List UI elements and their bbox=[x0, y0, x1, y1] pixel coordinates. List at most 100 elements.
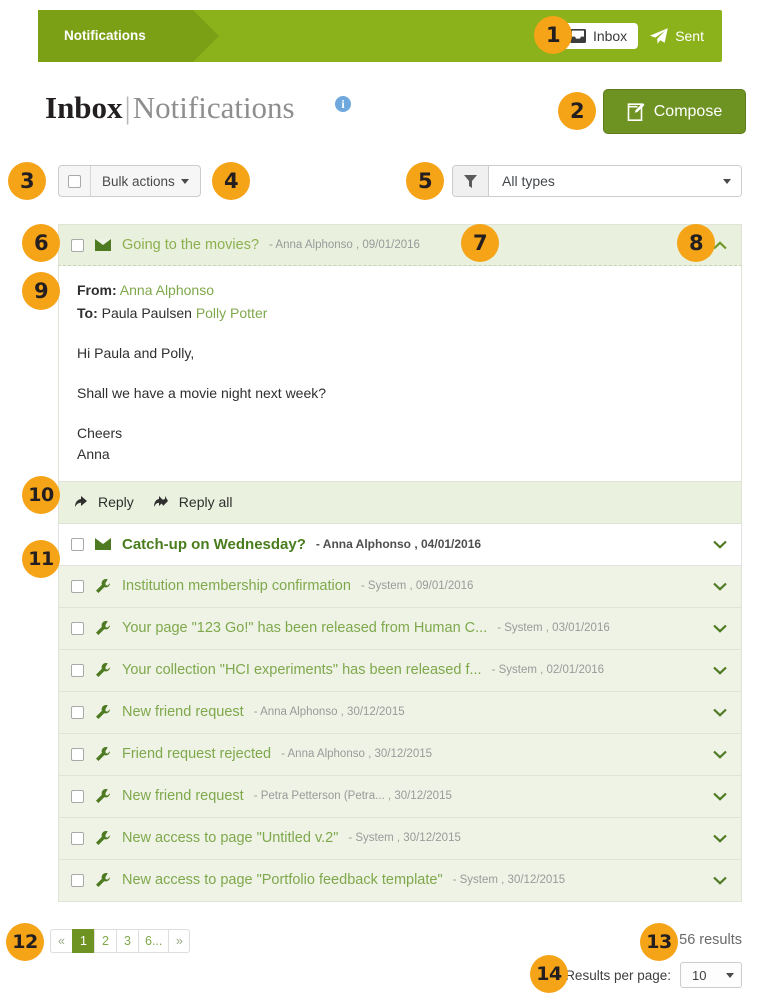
select-all-checkbox-wrap[interactable] bbox=[59, 166, 91, 196]
tab-inbox[interactable]: Inbox bbox=[560, 23, 639, 49]
list-item[interactable]: New friend request - Anna Alphonso , 30/… bbox=[58, 691, 742, 734]
callout-12: 12 bbox=[6, 923, 44, 961]
row-checkbox[interactable] bbox=[71, 873, 84, 887]
reply-label: Reply bbox=[98, 494, 134, 511]
list-item[interactable]: Institution membership confirmation - Sy… bbox=[58, 565, 742, 608]
row-checkbox[interactable] bbox=[71, 238, 84, 252]
envelope-icon bbox=[94, 538, 112, 551]
list-item[interactable]: Your collection "HCI experiments" has be… bbox=[58, 649, 742, 692]
list-item-title: New friend request bbox=[122, 788, 244, 805]
to-recipient-1: Paula Paulsen bbox=[101, 305, 192, 322]
to-recipient-2[interactable]: Polly Potter bbox=[196, 305, 268, 321]
reply-all-button[interactable]: Reply all bbox=[153, 494, 233, 510]
reply-button[interactable]: Reply bbox=[75, 494, 134, 510]
list-item[interactable]: New friend request - Petra Petterson (Pe… bbox=[58, 775, 742, 818]
wrench-icon bbox=[94, 621, 112, 636]
message-to-line: To: Paula Paulsen Polly Potter bbox=[77, 303, 723, 323]
callout-6: 6 bbox=[22, 224, 60, 262]
from-value[interactable]: Anna Alphonso bbox=[120, 282, 214, 298]
list-item-title: Going to the movies? bbox=[122, 237, 260, 253]
callout-1: 1 bbox=[534, 16, 572, 54]
list-item[interactable]: New access to page "Untitled v.2" - Syst… bbox=[58, 817, 742, 860]
callout-4: 4 bbox=[212, 162, 250, 200]
callout-10: 10 bbox=[22, 476, 60, 514]
chevron-down-icon[interactable] bbox=[713, 624, 727, 633]
reply-arrow-icon bbox=[75, 495, 91, 509]
message-greeting: Hi Paula and Polly, bbox=[77, 344, 195, 361]
chevron-down-icon[interactable] bbox=[713, 540, 727, 549]
list-item[interactable]: New access to page "Portfolio feedback t… bbox=[58, 859, 742, 902]
list-item[interactable]: Catch-up on Wednesday? - Anna Alphonso ,… bbox=[58, 523, 742, 566]
compose-button[interactable]: Compose bbox=[603, 89, 746, 134]
callout-14: 14 bbox=[530, 955, 568, 993]
banner-section-tab: Notifications bbox=[38, 10, 219, 62]
list-item-title: Catch-up on Wednesday? bbox=[122, 535, 306, 553]
list-item-meta: - System , 09/01/2016 bbox=[360, 580, 474, 593]
pagination-first[interactable]: « bbox=[50, 929, 72, 953]
notifications-page: Notifications Inbox Sent 1 Inbox|Notific… bbox=[0, 0, 760, 1001]
pagination: « 1 2 3 6... » bbox=[50, 929, 191, 953]
row-checkbox[interactable] bbox=[71, 663, 84, 677]
wrench-icon bbox=[94, 831, 112, 846]
row-checkbox[interactable] bbox=[71, 831, 84, 845]
page-title-main: Inbox bbox=[45, 90, 123, 125]
list-item[interactable]: Going to the movies? - Anna Alphonso , 0… bbox=[58, 224, 742, 266]
select-all-checkbox[interactable] bbox=[68, 174, 81, 188]
row-checkbox[interactable] bbox=[71, 705, 84, 719]
chevron-down-icon[interactable] bbox=[713, 582, 727, 591]
list-item-meta: - System , 30/12/2015 bbox=[348, 832, 461, 845]
chevron-up-icon[interactable] bbox=[713, 240, 727, 250]
notification-list: Going to the movies? - Anna Alphonso , 0… bbox=[58, 224, 742, 902]
bulk-actions-label: Bulk actions bbox=[102, 173, 175, 189]
callout-9: 9 bbox=[22, 272, 60, 310]
list-item-meta: - Anna Alphonso , 04/01/2016 bbox=[315, 537, 482, 552]
pagination-page-1[interactable]: 1 bbox=[72, 929, 94, 953]
chevron-down-icon[interactable] bbox=[713, 750, 727, 759]
row-checkbox[interactable] bbox=[71, 789, 84, 803]
list-item-meta: - Anna Alphonso , 30/12/2015 bbox=[281, 748, 433, 761]
type-filter-group: All types bbox=[452, 165, 742, 197]
chevron-down-icon[interactable] bbox=[713, 876, 727, 885]
chevron-down-icon bbox=[726, 972, 734, 978]
callout-3: 3 bbox=[8, 162, 46, 200]
pagination-last[interactable]: » bbox=[168, 929, 191, 953]
results-count: 56 results bbox=[679, 932, 742, 948]
list-item[interactable]: Friend request rejected - Anna Alphonso … bbox=[58, 733, 742, 776]
from-label: From: bbox=[77, 282, 117, 298]
list-item-title: Your page "123 Go!" has been released fr… bbox=[122, 620, 488, 637]
tab-sent[interactable]: Sent bbox=[644, 23, 710, 49]
tab-inbox-label: Inbox bbox=[592, 28, 628, 44]
type-filter-select[interactable]: All types bbox=[489, 166, 741, 196]
row-checkbox[interactable] bbox=[71, 747, 84, 761]
pagination-page-3[interactable]: 3 bbox=[116, 929, 138, 953]
pagination-page-more[interactable]: 6... bbox=[138, 929, 169, 953]
list-item[interactable]: Your page "123 Go!" has been released fr… bbox=[58, 607, 742, 650]
reply-all-arrow-icon bbox=[153, 495, 172, 509]
list-item-title: Your collection "HCI experiments" has be… bbox=[122, 662, 482, 679]
compose-pencil-icon bbox=[627, 102, 645, 121]
list-item-title: Institution membership confirmation bbox=[122, 578, 351, 595]
chevron-down-icon[interactable] bbox=[713, 792, 727, 801]
paper-plane-icon bbox=[650, 28, 668, 44]
callout-2: 2 bbox=[558, 92, 596, 130]
bulk-actions-button[interactable]: Bulk actions bbox=[91, 166, 200, 196]
banner-section-label: Notifications bbox=[64, 28, 146, 43]
chevron-down-icon[interactable] bbox=[713, 708, 727, 717]
info-icon[interactable]: i bbox=[335, 96, 351, 112]
pagination-page-2[interactable]: 2 bbox=[94, 929, 116, 953]
wrench-icon bbox=[94, 579, 112, 594]
message-signoff: Cheers Anna bbox=[77, 423, 723, 465]
row-checkbox[interactable] bbox=[71, 537, 84, 551]
chevron-down-icon[interactable] bbox=[713, 834, 727, 843]
page-title-separator: | bbox=[124, 90, 131, 125]
row-checkbox[interactable] bbox=[71, 621, 84, 635]
results-per-page-select[interactable]: 10 bbox=[680, 962, 742, 988]
results-per-page-value: 10 bbox=[692, 967, 707, 983]
message-reply-bar: Reply Reply all bbox=[58, 481, 742, 524]
filter-icon bbox=[453, 166, 489, 196]
banner-actions: Inbox Sent bbox=[560, 10, 710, 62]
chevron-down-icon[interactable] bbox=[713, 666, 727, 675]
row-checkbox[interactable] bbox=[71, 579, 84, 593]
chevron-down-icon bbox=[723, 178, 731, 184]
list-item-title: New access to page "Untitled v.2" bbox=[122, 830, 339, 847]
